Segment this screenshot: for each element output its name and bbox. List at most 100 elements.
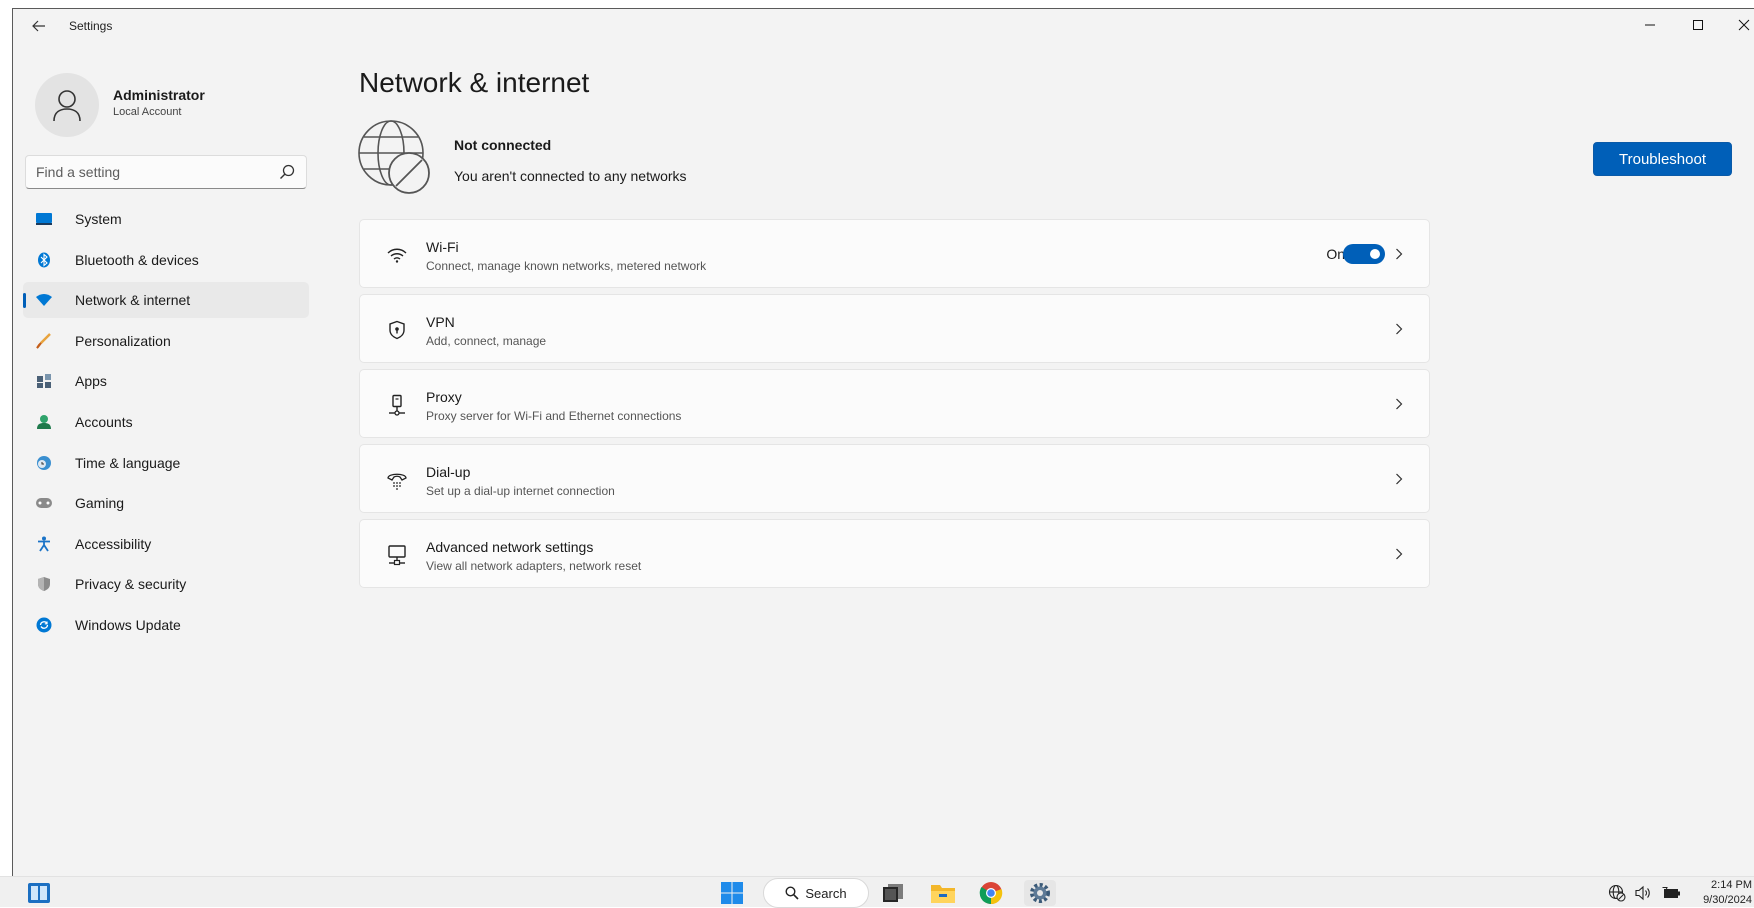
monitor-network-icon (386, 544, 408, 566)
card-subtitle: Set up a dial-up internet connection (426, 484, 615, 498)
tray-battery-button[interactable] (1660, 880, 1684, 906)
sidebar-item-label: Gaming (75, 495, 125, 512)
globe-clock-icon (35, 454, 53, 472)
card-title: Wi-Fi (426, 239, 459, 255)
connection-status-description: You aren't connected to any networks (454, 168, 687, 184)
back-button[interactable] (25, 15, 53, 37)
minimize-button[interactable] (1627, 9, 1673, 41)
apps-icon (35, 372, 53, 390)
troubleshoot-button[interactable]: Troubleshoot (1593, 142, 1732, 176)
settings-window: Settings Administrator Local Account Sys… (12, 8, 1754, 876)
settings-taskbar-button[interactable] (1024, 880, 1056, 906)
tray-network-button[interactable] (1606, 880, 1628, 906)
card-title: Proxy (426, 389, 462, 405)
chevron-right-icon (1393, 320, 1405, 338)
page-title: Network & internet (359, 67, 590, 98)
gear-icon (1030, 883, 1050, 903)
avatar[interactable] (35, 73, 99, 137)
system-icon (35, 210, 53, 228)
card-title: Advanced network settings (426, 539, 594, 555)
back-arrow-icon (32, 20, 45, 32)
chevron-right-icon (1393, 395, 1405, 413)
taskbar-clock[interactable]: 2:14 PM 9/30/2024 (1690, 878, 1752, 908)
sidebar-item-accounts[interactable]: Accounts (23, 404, 309, 440)
sidebar-item-label: Windows Update (75, 616, 181, 633)
sidebar-item-privacy-security[interactable]: Privacy & security (23, 566, 309, 602)
sidebar-nav: System Bluetooth & devices Network & int… (23, 201, 309, 648)
sidebar-item-label: Time & language (75, 454, 181, 471)
accessibility-icon (35, 535, 53, 553)
user-name: Administrator (113, 87, 205, 103)
file-explorer-button[interactable] (928, 880, 958, 906)
card-title: Dial-up (426, 464, 471, 480)
sidebar-item-label: Bluetooth & devices (75, 251, 199, 268)
card-subtitle: Connect, manage known networks, metered … (426, 259, 707, 273)
title-bar: Settings (13, 9, 1754, 43)
shield-icon (35, 575, 53, 593)
sidebar-item-bluetooth[interactable]: Bluetooth & devices (23, 242, 309, 278)
search-button[interactable] (276, 162, 298, 182)
toggle-knob (1370, 249, 1380, 259)
sidebar-item-label: Personalization (75, 332, 171, 349)
taskbar-search-label: Search (805, 885, 847, 901)
volume-icon (1635, 885, 1650, 901)
sidebar-item-time-language[interactable]: Time & language (23, 445, 309, 481)
globe-disconnected-icon (355, 117, 435, 197)
sidebar-item-windows-update[interactable]: Windows Update (23, 607, 309, 643)
sidebar-item-apps[interactable]: Apps (23, 363, 309, 399)
sidebar-item-label: Network & internet (75, 292, 191, 309)
sidebar-item-label: Privacy & security (75, 576, 187, 593)
search-icon (785, 886, 799, 900)
close-icon (1738, 19, 1750, 31)
sidebar: Administrator Local Account System Bluet… (13, 49, 313, 869)
start-button[interactable] (718, 880, 746, 906)
sidebar-item-accessibility[interactable]: Accessibility (23, 526, 309, 562)
tray-volume-button[interactable] (1632, 880, 1654, 906)
search-box (25, 155, 307, 189)
windows-logo-icon (721, 882, 743, 904)
maximize-button[interactable] (1675, 9, 1721, 41)
card-title: VPN (426, 314, 455, 330)
sidebar-item-personalization[interactable]: Personalization (23, 323, 309, 359)
card-vpn[interactable]: VPN Add, connect, manage (359, 294, 1430, 363)
widgets-button[interactable] (26, 880, 52, 906)
card-dialup[interactable]: Dial-up Set up a dial-up internet connec… (359, 444, 1430, 513)
taskbar: Search 2:14 PM 9/30/2024 (0, 876, 1754, 908)
card-wifi[interactable]: Wi-Fi Connect, manage known networks, me… (359, 219, 1430, 288)
proxy-icon (386, 394, 408, 416)
person-icon (53, 90, 81, 122)
app-title: Settings (69, 19, 113, 33)
chrome-icon (979, 882, 1003, 905)
widgets-icon (28, 883, 50, 903)
chrome-button[interactable] (976, 880, 1006, 906)
card-subtitle: Proxy server for Wi-Fi and Ethernet conn… (426, 409, 682, 423)
wifi-icon (386, 244, 408, 266)
wifi-icon (35, 291, 53, 309)
sidebar-item-label: Accounts (75, 413, 133, 430)
clock-time: 2:14 PM (1711, 879, 1752, 891)
vpn-shield-icon (386, 319, 408, 341)
sidebar-item-network[interactable]: Network & internet (23, 282, 309, 319)
chevron-right-icon (1393, 245, 1405, 263)
close-button[interactable] (1721, 9, 1754, 41)
account-type: Local Account (113, 106, 182, 118)
taskbar-search-button[interactable]: Search (763, 878, 869, 908)
settings-cards: Wi-Fi Connect, manage known networks, me… (359, 219, 1430, 594)
sidebar-item-gaming[interactable]: Gaming (23, 485, 309, 521)
person-icon (35, 413, 53, 431)
card-proxy[interactable]: Proxy Proxy server for Wi-Fi and Etherne… (359, 369, 1430, 438)
task-view-icon (883, 884, 903, 902)
battery-icon (1662, 887, 1680, 898)
card-subtitle: Add, connect, manage (426, 334, 547, 348)
search-input[interactable] (26, 156, 266, 188)
minimize-icon (1645, 24, 1655, 26)
chevron-right-icon (1393, 470, 1405, 488)
clock-date: 9/30/2024 (1703, 894, 1752, 906)
wifi-toggle[interactable] (1343, 244, 1385, 264)
sidebar-item-system[interactable]: System (23, 201, 309, 237)
globe-disconnected-icon (1608, 884, 1626, 902)
chevron-right-icon (1393, 545, 1405, 563)
card-advanced-network[interactable]: Advanced network settings View all netwo… (359, 519, 1430, 588)
task-view-button[interactable] (880, 880, 906, 906)
folder-icon (931, 885, 955, 903)
